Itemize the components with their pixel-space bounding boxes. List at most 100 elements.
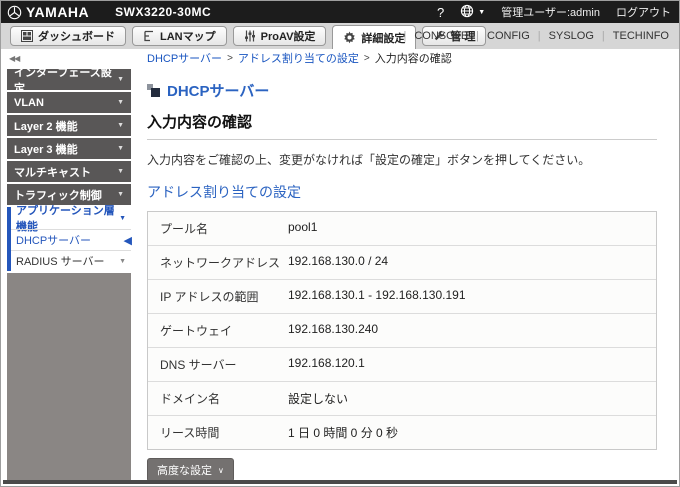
link-config[interactable]: CONFIG — [487, 30, 530, 42]
row-value: 192.168.130.240 — [288, 322, 379, 336]
tab-label: ダッシュボード — [38, 31, 115, 43]
sidebar-item-label: Layer 3 機能 — [14, 143, 78, 156]
top-header: YAMAHA SWX3220-30MC ? ▼ 管理ユーザー:admin ログア… — [1, 1, 679, 23]
breadcrumb: DHCPサーバー > アドレス割り当ての設定 > 入力内容の確認 — [147, 50, 452, 66]
page-title-squares-icon — [147, 84, 160, 97]
sidebar-filler — [7, 273, 131, 480]
row-value: 192.168.130.0 / 24 — [288, 254, 389, 268]
sidebar-collapse-icon[interactable]: ◀◀ — [1, 54, 133, 63]
sidebar-nav: インターフェース設定 ▼ VLAN ▼ Layer 2 機能 ▼ Layer 3… — [1, 67, 133, 480]
chevron-down-icon: ▼ — [119, 214, 126, 222]
confirmation-description: 入力内容をご確認の上、変更がなければ「設定の確定」ボタンを押してください。 — [147, 153, 591, 167]
main-nav-tabbar: ダッシュボード LANマップ ProAV設定 詳細設定 管 理 | CONSOL… — [1, 23, 679, 49]
sidebar-item-label: マルチキャスト — [14, 166, 91, 179]
row-value: pool1 — [288, 220, 318, 234]
sidebar-item-label: Layer 2 機能 — [14, 120, 78, 133]
sidebar-item-application-layer[interactable]: アプリケーション層機能 ▼ — [11, 205, 131, 233]
main-content: DHCPサーバー 入力内容の確認 入力内容をご確認の上、変更がなければ「設定の確… — [147, 67, 657, 482]
chevron-down-icon: ▼ — [478, 8, 486, 16]
row-value: 1 日 0 時間 0 分 0 秒 — [288, 426, 399, 440]
chevron-down-icon: ▼ — [117, 145, 124, 152]
sidebar-item-layer2[interactable]: Layer 2 機能 ▼ — [7, 115, 131, 136]
page-title: DHCPサーバー — [147, 80, 657, 101]
row-label: ドメイン名 — [160, 392, 221, 406]
sidebar-item-radius-server[interactable]: RADIUS サーバー ▼ — [11, 250, 131, 271]
sidebar-item-layer3[interactable]: Layer 3 機能 ▼ — [7, 138, 131, 159]
breadcrumb-separator: > — [363, 52, 370, 64]
table-row: プール名 pool1 — [148, 212, 656, 245]
yamaha-logo: YAMAHA — [7, 4, 89, 20]
chevron-down-icon: ▼ — [117, 99, 124, 106]
row-label: IP アドレスの範囲 — [160, 290, 259, 304]
app-window: YAMAHA SWX3220-30MC ? ▼ 管理ユーザー:admin ログア… — [0, 0, 680, 487]
breadcrumb-separator: > — [227, 52, 233, 64]
chevron-down-icon: ▼ — [117, 168, 124, 175]
row-label: ネットワークアドレス — [160, 256, 281, 270]
sidebar-item-multicast[interactable]: マルチキャスト ▼ — [7, 161, 131, 182]
link-techinfo[interactable]: TECHINFO — [613, 30, 669, 42]
logged-in-user: 管理ユーザー:admin — [501, 7, 600, 19]
settings-summary-table: プール名 pool1 ネットワークアドレス 192.168.130.0 / 24… — [147, 211, 657, 450]
table-row: DNS サーバー 192.168.120.1 — [148, 347, 656, 381]
globe-icon — [460, 4, 474, 21]
sliders-icon — [244, 30, 256, 42]
tab-label: LANマップ — [160, 31, 216, 43]
row-label: ゲートウェイ — [160, 324, 233, 338]
yamaha-tuningfork-icon — [7, 5, 22, 20]
sidebar-subitem-label: RADIUS サーバー — [16, 256, 105, 268]
gear-icon — [343, 31, 356, 44]
advanced-settings-label: 高度な設定 — [157, 465, 212, 477]
logout-link[interactable]: ログアウト — [616, 4, 671, 20]
help-icon[interactable]: ? — [437, 5, 444, 20]
tab-proav[interactable]: ProAV設定 — [232, 26, 327, 46]
sidebar-item-dhcp-server[interactable]: DHCPサーバー ◀ — [11, 229, 132, 250]
sidebar-group-application-layer: アプリケーション層機能 ▼ DHCPサーバー ◀ RADIUS サーバー ▼ — [7, 205, 132, 271]
brand-text: YAMAHA — [26, 4, 90, 20]
tab-label: 詳細設定 — [361, 32, 406, 45]
tab-dashboard[interactable]: ダッシュボード — [10, 26, 126, 46]
breadcrumb-link-dhcp[interactable]: DHCPサーバー — [147, 50, 222, 66]
page-title-text: DHCPサーバー — [167, 83, 270, 100]
sidebar-item-vlan[interactable]: VLAN ▼ — [7, 92, 131, 113]
link-syslog[interactable]: SYSLOG — [549, 30, 594, 42]
sidebar-item-interface[interactable]: インターフェース設定 ▼ — [7, 67, 131, 95]
link-console[interactable]: CONSOLE — [414, 30, 468, 42]
table-row: ゲートウェイ 192.168.130.240 — [148, 313, 656, 347]
chevron-down-icon: ▼ — [119, 257, 126, 265]
row-value: 設定しない — [288, 392, 349, 406]
subsection-title: アドレス割り当ての設定 — [147, 184, 301, 200]
bottom-border-strip — [3, 480, 677, 484]
table-row: リース時間 1 日 0 時間 0 分 0 秒 — [148, 415, 656, 449]
divider: | — [601, 30, 605, 42]
breadcrumb-current: 入力内容の確認 — [374, 53, 452, 65]
table-row: ネットワークアドレス 192.168.130.0 / 24 — [148, 245, 656, 279]
tab-label: ProAV設定 — [260, 31, 316, 43]
section-title: 入力内容の確認 — [147, 111, 657, 140]
row-value: 192.168.130.1 - 192.168.130.191 — [288, 288, 466, 302]
chevron-down-icon: ▼ — [117, 76, 124, 83]
row-label: プール名 — [160, 222, 209, 236]
sidebar-subitem-label: DHCPサーバー — [16, 235, 92, 247]
language-selector[interactable]: ▼ — [460, 4, 485, 21]
device-model: SWX3220-30MC — [115, 5, 212, 19]
active-page-arrow-icon: ◀ — [123, 235, 132, 247]
row-label: リース時間 — [160, 426, 220, 440]
divider: | — [476, 30, 480, 42]
advanced-settings-button[interactable]: 高度な設定 ∨ — [147, 458, 234, 482]
table-row: IP アドレスの範囲 192.168.130.1 - 192.168.130.1… — [148, 279, 656, 313]
sidebar-item-label: インターフェース設定 — [14, 66, 112, 95]
sidebar-item-label: トラフィック制御 — [14, 189, 102, 202]
sidebar-item-label: VLAN — [14, 96, 44, 109]
table-row: ドメイン名 設定しない — [148, 381, 656, 415]
dashboard-icon — [21, 30, 33, 42]
tab-lanmap[interactable]: LANマップ — [132, 26, 227, 46]
divider: | — [403, 30, 407, 42]
row-value: 192.168.120.1 — [288, 356, 365, 370]
lanmap-icon — [143, 30, 155, 42]
quick-links: | CONSOLE | CONFIG | SYSLOG | TECHINFO — [404, 23, 670, 49]
chevron-down-icon: ▼ — [117, 191, 124, 198]
divider: | — [537, 30, 541, 42]
chevron-down-icon: ∨ — [218, 465, 224, 475]
breadcrumb-link-address[interactable]: アドレス割り当ての設定 — [238, 50, 359, 66]
chevron-down-icon: ▼ — [117, 122, 124, 129]
